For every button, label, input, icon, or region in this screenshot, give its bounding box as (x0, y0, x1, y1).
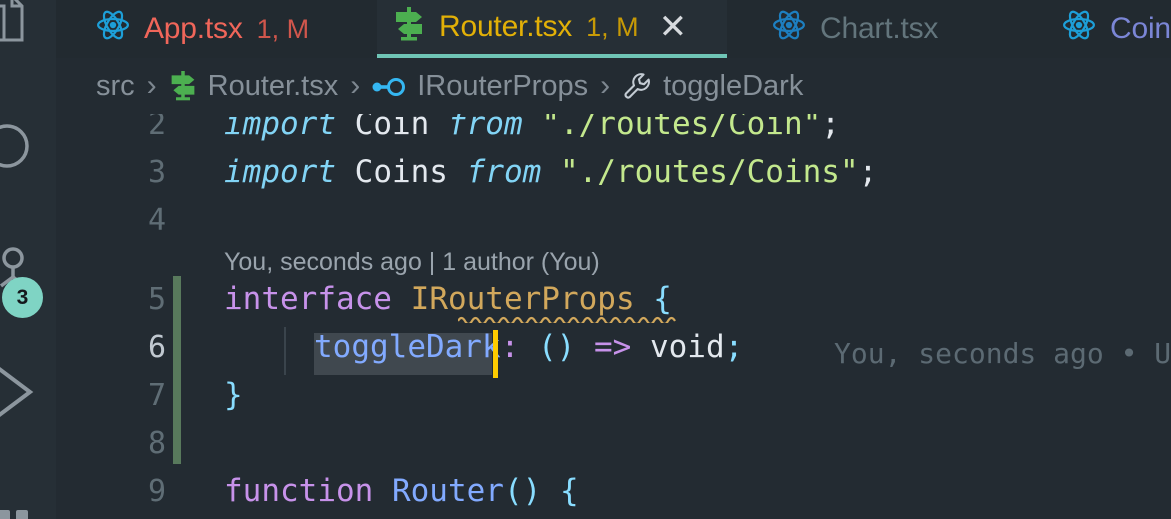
vscode-window: 3 App.tsx 1, M Router.tsx 1, M ✕ Chart.t… (0, 0, 1171, 519)
tab-chart-tsx[interactable]: Chart.tsx (756, 0, 954, 58)
line-number: 3 (147, 154, 166, 190)
breadcrumb-label: src (96, 69, 135, 102)
line-number: 6 (147, 329, 166, 365)
breadcrumb-separator: › (350, 69, 361, 102)
token-function-name: Router (391, 473, 504, 509)
breadcrumb-separator: › (146, 69, 157, 102)
code-content: import Coins from "./routes/Coins"; (224, 154, 877, 190)
explorer-icon (0, 0, 56, 67)
token-keyword-interface: interface (224, 281, 392, 317)
breadcrumb-item-irouterprops[interactable]: IRouterProps (372, 70, 588, 103)
tab-app-tsx[interactable]: App.tsx 1, M (80, 0, 325, 58)
tab-coin-tsx[interactable]: Coin (1046, 0, 1171, 58)
token-parens: () (519, 329, 576, 365)
activity-item-explorer[interactable] (0, 0, 56, 64)
react-icon (772, 8, 806, 50)
run-and-debug-icon (0, 358, 56, 431)
codelens-blame-annotation[interactable]: You, seconds ago | 1 author (You) (224, 248, 600, 277)
error-squiggle-underline (457, 310, 676, 326)
tab-modified-indicator: 1, M (586, 11, 639, 42)
code-line-7: 7 } (56, 371, 1171, 419)
token-brace: { (541, 473, 579, 509)
code-content: function Router() { (224, 473, 579, 509)
code-line-8: 8 (56, 419, 1171, 467)
activity-item-extensions[interactable] (0, 492, 56, 519)
token-keyword-function: function (224, 473, 374, 509)
breadcrumb: src › Router.tsx › IRouterProps › toggle… (56, 58, 1171, 114)
inline-blame-annotation: You, seconds ago • Unc (834, 337, 1171, 370)
breadcrumb-label: IRouterProps (417, 69, 589, 102)
tab-router-tsx[interactable]: Router.tsx 1, M ✕ (377, 0, 727, 58)
token-semicolon: ; (858, 154, 878, 190)
tab-label: Coin (1110, 12, 1171, 45)
token-string: "./routes/Coin" (541, 114, 822, 142)
line-number: 2 (147, 114, 166, 142)
token-semicolon: ; (724, 329, 744, 365)
line-number: 7 (147, 377, 166, 413)
line-number: 8 (147, 425, 166, 461)
code-editor[interactable]: 2 import Coin from "./routes/Coin"; 3 im… (56, 114, 1171, 519)
editor-tab-bar: App.tsx 1, M Router.tsx 1, M ✕ Chart.tsx… (56, 0, 1171, 58)
tab-modified-indicator: 1, M (256, 13, 310, 44)
token-void: void (649, 329, 725, 365)
activity-item-search[interactable] (0, 118, 56, 180)
breadcrumb-item-toggledark[interactable]: toggleDark (622, 70, 803, 103)
activity-item-run-debug[interactable] (0, 360, 56, 428)
code-line-4: 4 (56, 196, 1171, 244)
token-keyword-from: from (447, 114, 523, 142)
token-identifier: Coin (354, 114, 430, 142)
search-icon (0, 116, 56, 183)
signpost-icon (169, 69, 197, 103)
code-content: toggleDark: () => void; (314, 329, 743, 365)
breadcrumb-label: toggleDark (663, 69, 804, 102)
token-keyword-from: from (466, 154, 542, 190)
signpost-icon (393, 5, 425, 49)
line-number: 5 (147, 281, 166, 317)
token-identifier: Coins (354, 154, 448, 190)
extensions-icon (0, 490, 56, 519)
breadcrumb-separator: › (600, 69, 611, 102)
token-semicolon: ; (821, 114, 840, 142)
code-content: } (224, 377, 243, 413)
token-property-toggledark: toggleDark (314, 329, 501, 365)
tab-label: Chart.tsx (820, 12, 939, 45)
line-number: 4 (147, 202, 166, 238)
breadcrumb-item-router-tsx[interactable]: Router.tsx (169, 69, 339, 103)
code-line-9: 9 function Router() { (56, 467, 1171, 515)
breadcrumb-label: Router.tsx (207, 69, 339, 102)
token-parens: () (503, 473, 542, 509)
tab-close-icon[interactable]: ✕ (659, 10, 688, 44)
token-arrow: => (575, 329, 650, 365)
tab-label: Router.tsx (439, 10, 573, 43)
line-number: 9 (147, 473, 166, 509)
tab-label: App.tsx (144, 12, 243, 45)
token-keyword-import: import (224, 114, 336, 142)
react-icon (96, 8, 130, 50)
interface-icon (372, 70, 406, 103)
wrench-icon (622, 70, 652, 103)
activity-bar: 3 (0, 0, 56, 519)
token-brace: } (224, 377, 243, 413)
code-line-2: 2 import Coin from "./routes/Coin"; (56, 114, 1171, 148)
code-content: import Coin from "./routes/Coin"; (224, 114, 840, 142)
source-control-badge: 3 (2, 277, 43, 318)
react-icon (1062, 8, 1096, 50)
token-keyword-import: import (224, 154, 336, 190)
token-string: "./routes/Coins" (559, 154, 859, 190)
token-colon: : (500, 329, 520, 365)
breadcrumb-item-src[interactable]: src (96, 70, 135, 103)
code-line-3: 3 import Coins from "./routes/Coins"; (56, 148, 1171, 196)
